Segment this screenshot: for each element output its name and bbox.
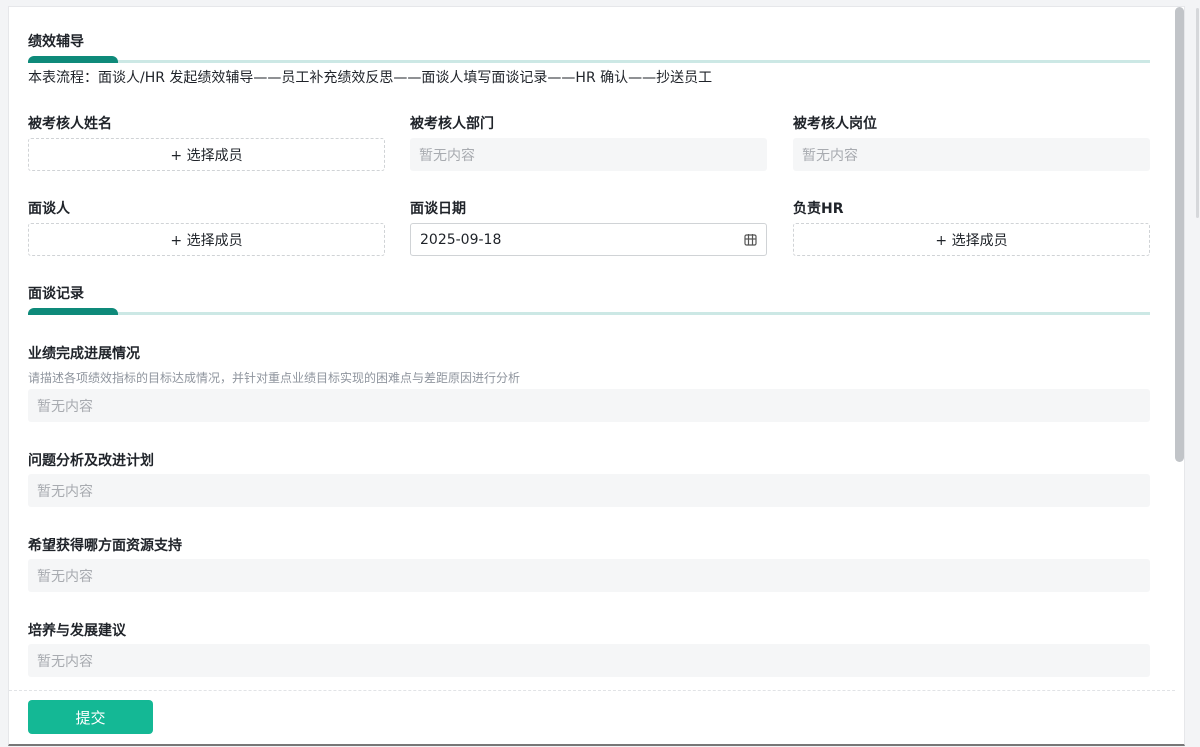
select-interviewer-button[interactable]: + 选择成员	[28, 223, 385, 256]
record-label: 问题分析及改进计划	[28, 453, 154, 469]
panel-scrollbar[interactable]	[1175, 7, 1184, 462]
record-field: 暂无内容	[28, 389, 1150, 422]
submit-button[interactable]: 提交	[28, 700, 153, 734]
section-accent	[28, 56, 118, 63]
record-hint: 请描述各项绩效指标的目标达成情况，并针对重点业绩目标实现的困难点与差距原因进行分…	[28, 371, 521, 385]
flow-description: 本表流程：面谈人/HR 发起绩效辅导——员工补充绩效反思——面谈人填写面谈记录—…	[28, 70, 713, 86]
date-value: 2025-09-18	[420, 231, 502, 248]
calendar-icon	[744, 234, 757, 246]
select-hr-button[interactable]: + 选择成员	[793, 223, 1150, 256]
date-input[interactable]: 2025-09-18	[410, 223, 767, 256]
record-label: 业绩完成进展情况	[28, 346, 140, 362]
record-label: 希望获得哪方面资源支持	[28, 538, 182, 554]
field-label: 被考核人姓名	[28, 116, 112, 132]
field-label: 被考核人部门	[410, 116, 494, 132]
field-label: 负责HR	[793, 201, 844, 217]
form-panel: 绩效辅导 本表流程：面谈人/HR 发起绩效辅导——员工补充绩效反思——面谈人填写…	[8, 6, 1185, 746]
section-accent	[28, 308, 118, 315]
post-field: 暂无内容	[793, 138, 1150, 171]
record-field: 暂无内容	[28, 644, 1150, 677]
record-field: 暂无内容	[28, 474, 1150, 507]
record-field: 暂无内容	[28, 559, 1150, 592]
section-title: 面谈记录	[28, 286, 84, 302]
field-label: 被考核人岗位	[793, 116, 877, 132]
section-divider	[28, 312, 1150, 315]
record-label: 培养与发展建议	[28, 623, 126, 639]
section-title: 绩效辅导	[28, 34, 84, 50]
field-label: 面谈人	[28, 201, 70, 217]
section-divider	[28, 60, 1150, 63]
dept-field: 暂无内容	[410, 138, 767, 171]
footer-divider	[9, 690, 1175, 691]
page-scrollbar[interactable]	[1196, 8, 1199, 218]
field-label: 面谈日期	[410, 201, 466, 217]
select-member-button[interactable]: + 选择成员	[28, 138, 385, 171]
